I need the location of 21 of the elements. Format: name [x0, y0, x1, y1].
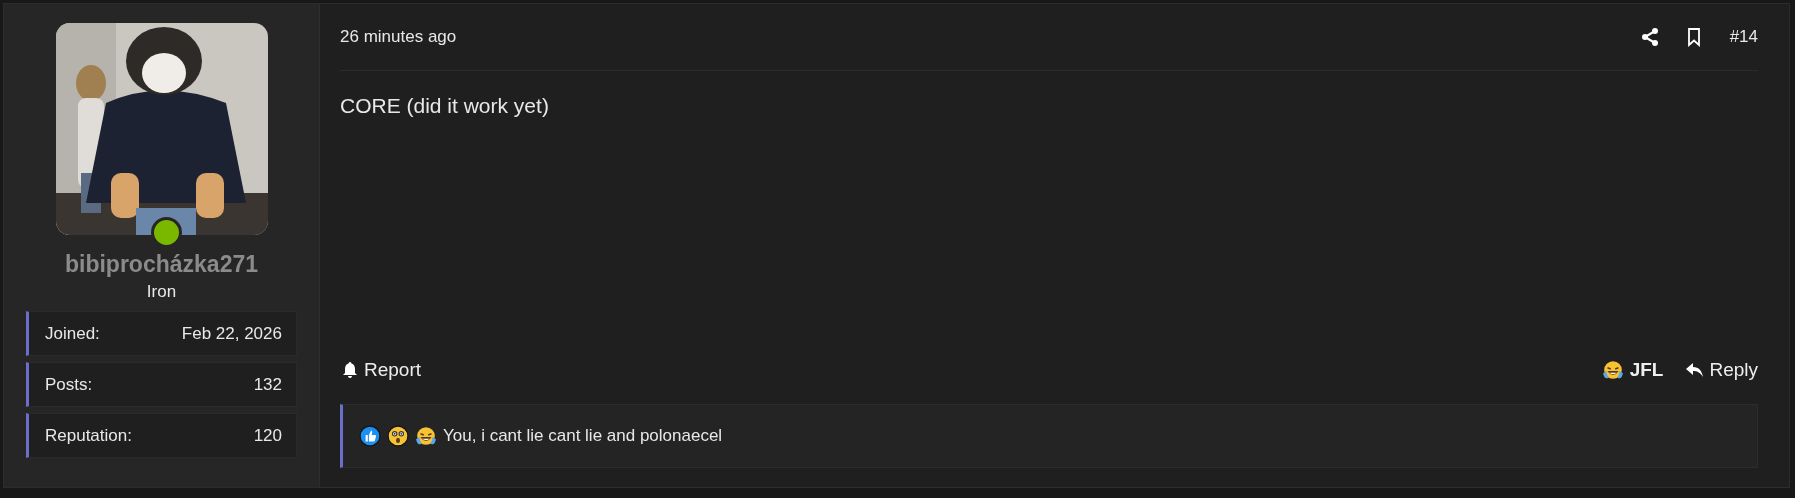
reactions-text[interactable]: You, i cant lie cant lie and polonaecel [443, 426, 723, 446]
laughing-crying-face-icon [415, 425, 437, 447]
laughing-crying-face-icon [1601, 359, 1624, 381]
stat-value: Feb 22, 2026 [181, 323, 282, 344]
surprised-face-icon [387, 425, 409, 447]
stat-value: 120 [253, 425, 282, 446]
reaction-button[interactable]: JFL [1601, 359, 1664, 381]
post-number[interactable]: #14 [1729, 27, 1758, 47]
thumbs-up-icon [359, 425, 381, 447]
post-text: CORE (did it work yet) [340, 93, 550, 119]
stat-value: 132 [253, 374, 282, 395]
username[interactable]: bibiprocházka271 [65, 251, 258, 278]
stat-label: Posts: [45, 374, 93, 395]
stat-label: Joined: [45, 323, 100, 344]
user-rank: Iron [146, 282, 177, 302]
stat-label: Reputation: [45, 425, 132, 446]
reactions-bar[interactable]: You, i cant lie cant lie and polonaecel [340, 404, 1758, 468]
report-button[interactable]: Report [340, 359, 422, 381]
reply-button[interactable]: Reply [1685, 359, 1758, 381]
share-icon[interactable] [1639, 27, 1660, 47]
post-time[interactable]: 26 minutes ago [340, 27, 1616, 47]
